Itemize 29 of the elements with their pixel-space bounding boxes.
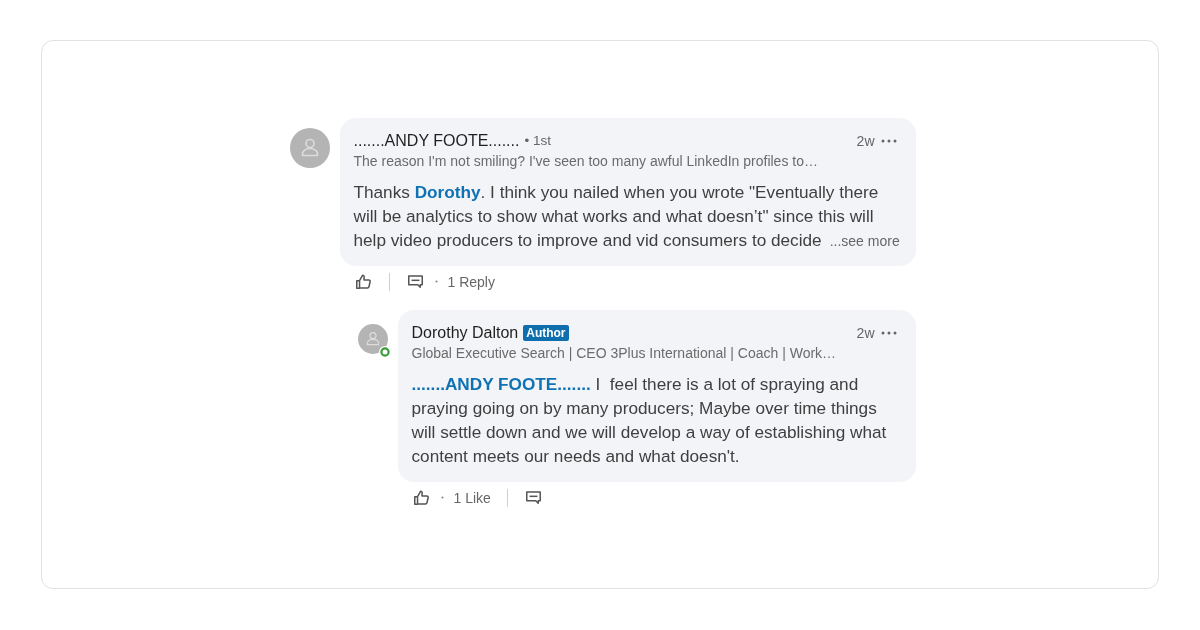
author-name[interactable]: Dorothy Dalton	[411, 323, 519, 342]
more-options-icon	[880, 138, 897, 143]
more-options-button[interactable]	[880, 330, 897, 335]
author-badge: Author	[523, 324, 569, 341]
speech-bubble-icon	[405, 272, 425, 291]
author-headline: Global Executive Search | CEO 3Plus International | Coach | Work…	[411, 343, 838, 362]
reply-count[interactable]: 1 Reply	[447, 273, 495, 290]
thumbs-up-icon	[411, 488, 431, 507]
more-options-icon	[880, 330, 897, 335]
author-headline: The reason I'm not smiling? I've seen too many awful LinkedIn profiles to…	[353, 151, 819, 170]
separator-dot-icon	[440, 496, 444, 499]
separator-dot-icon	[434, 280, 438, 283]
reply-button[interactable]	[405, 272, 425, 291]
comment-time: 2w	[856, 324, 875, 341]
comment-time: 2w	[856, 132, 875, 149]
mention-link[interactable]: .......ANDY FOOTE.......	[411, 373, 591, 394]
mention-link[interactable]: Dorothy	[414, 181, 481, 202]
comment-text: .......ANDY FOOTE....... I feel there is a lot of spraying and praying going on by many producers; Maybe over time things will settle down and we will develop a way of establishing what content meets our needs and what doesn't.	[411, 372, 888, 468]
connection-degree: • 1st	[524, 133, 551, 148]
thumbs-up-icon	[353, 272, 373, 291]
like-button[interactable]	[353, 272, 373, 291]
speech-bubble-icon	[523, 488, 543, 507]
like-count[interactable]: 1 Like	[453, 489, 491, 506]
see-more-link[interactable]: ...see more	[829, 232, 900, 249]
comment-text: Thanks Dorothy. I think you nailed when you wrote "Eventually there will be analytics to show what works and what doesn’t" since this will help video producers to improve and vid consumers to decide ...see more	[353, 180, 901, 252]
more-options-button[interactable]	[880, 138, 897, 143]
like-button[interactable]	[411, 488, 431, 507]
author-name[interactable]: .......ANDY FOOTE.......	[353, 131, 520, 150]
reply-button[interactable]	[523, 488, 543, 507]
